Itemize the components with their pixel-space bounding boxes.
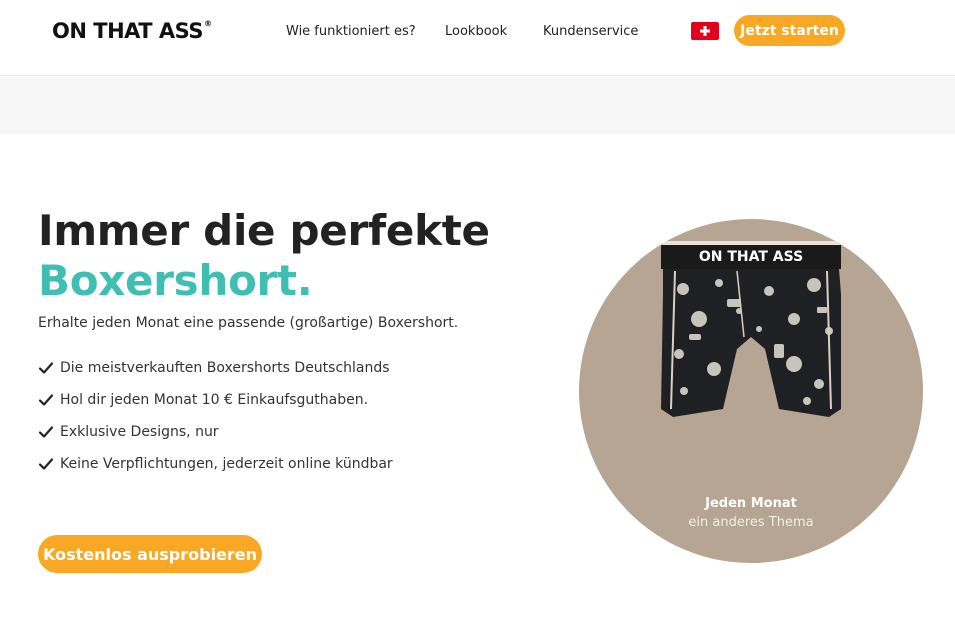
nav-link-customer-service[interactable]: Kundenservice [543,24,638,39]
site-header: ON THAT ASS ® Wie funktioniert es? Lookbo… [0,0,955,76]
swiss-flag-icon[interactable] [691,22,719,40]
benefit-item: Die meistverkauften Boxershorts Deutschl… [38,352,393,384]
start-now-button[interactable]: Jetzt starten [734,15,845,46]
caption-subtitle: ein anderes Thema [688,515,814,530]
hero-subline: Erhalte jeden Monat eine passende (großa… [38,315,459,331]
benefit-list: Die meistverkauften Boxershorts Deutschl… [38,352,393,480]
benefit-text: Hol dir jeden Monat 10 € Einkaufsguthabe… [60,392,369,408]
checkmark-icon [38,360,54,376]
benefit-item: Exklusive Designs, nur [38,416,393,448]
checkmark-icon [38,424,54,440]
waistband-text: ON THAT ASS [699,249,803,265]
nav-link-how-it-works[interactable]: Wie funktioniert es? [286,24,416,39]
announcement-band [0,77,955,134]
benefit-text: Exklusive Designs, nur [60,424,219,440]
caption-title: Jeden Monat [705,496,797,511]
benefit-item: Hol dir jeden Monat 10 € Einkaufsguthabe… [38,384,393,416]
logo-registered-mark: ® [203,18,212,28]
checkmark-icon [38,392,54,408]
checkmark-icon [38,456,54,472]
benefit-text: Keine Verpflichtungen, jederzeit online … [60,456,393,472]
benefit-text: Die meistverkauften Boxershorts Deutschl… [60,360,390,376]
nav-link-lookbook[interactable]: Lookbook [445,24,507,39]
try-for-free-button[interactable]: Kostenlos ausprobieren [38,535,262,573]
benefit-item: Keine Verpflichtungen, jederzeit online … [38,448,393,480]
hero-headline-accent: Boxershort. [38,256,313,305]
swiss-cross-icon [700,26,710,36]
product-showcase: ON THAT ASS Jeden Monat ein anderes Them… [579,219,923,563]
brand-logo[interactable]: ON THAT ASS ® [52,18,212,44]
boxershort-image: ON THAT ASS [661,241,841,417]
hero-headline: Immer die perfekte [38,206,490,255]
logo-text: ON THAT ASS [52,19,203,43]
